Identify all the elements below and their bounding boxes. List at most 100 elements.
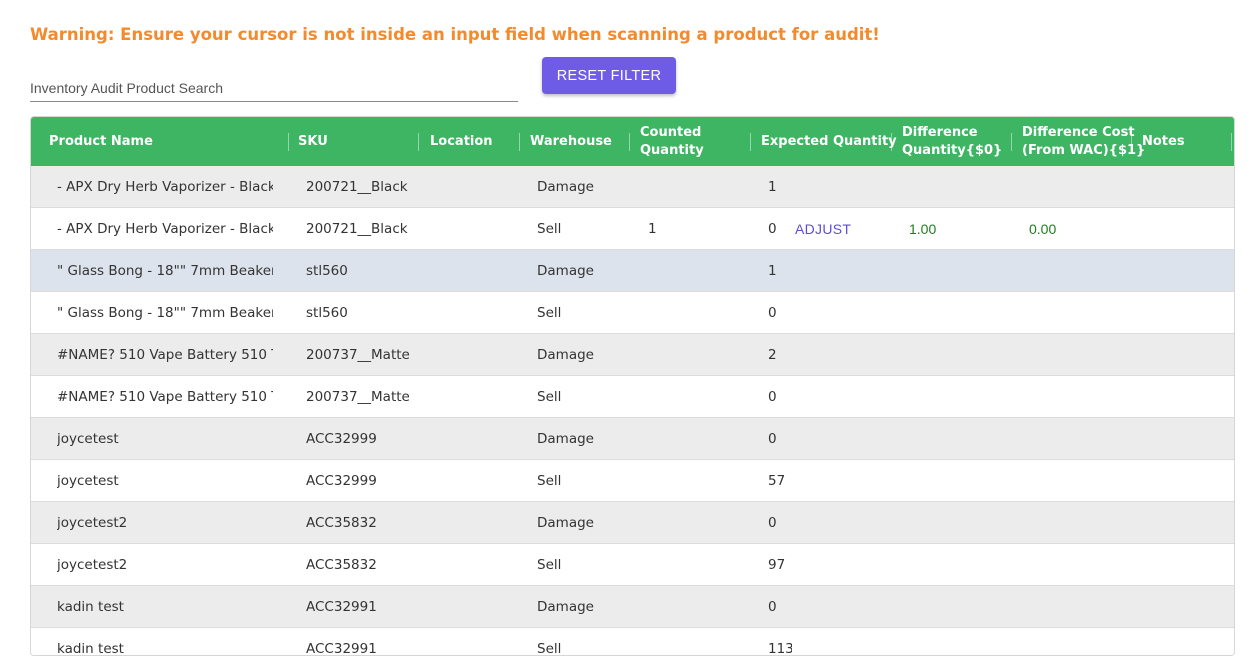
cell-action[interactable] bbox=[795, 166, 885, 207]
cell-notes[interactable] bbox=[1142, 250, 1232, 291]
cell-location bbox=[430, 460, 510, 501]
cell-action[interactable] bbox=[795, 628, 885, 655]
cell-counted[interactable] bbox=[648, 292, 738, 333]
cell-notes[interactable] bbox=[1142, 292, 1232, 333]
table-row[interactable]: joycetest2 ACC35832 Sell 97 bbox=[31, 544, 1234, 586]
cell-expected: 1 bbox=[768, 178, 777, 195]
cell-action[interactable] bbox=[795, 418, 885, 459]
table-row[interactable]: kadin test ACC32991 Sell 113 bbox=[31, 628, 1234, 656]
cell-sku: 200737__Matte bbox=[306, 346, 409, 363]
cell-action[interactable]: ADJUST bbox=[795, 208, 885, 249]
cell-notes[interactable] bbox=[1142, 418, 1232, 459]
cell-notes[interactable] bbox=[1142, 376, 1232, 417]
cell-warehouse: Damage bbox=[537, 178, 594, 195]
cell-notes[interactable] bbox=[1142, 502, 1232, 543]
table-row[interactable]: #NAME? 510 Vape Battery 510 Thread 20073… bbox=[31, 376, 1234, 418]
column-separator[interactable] bbox=[418, 133, 419, 151]
cell-notes[interactable] bbox=[1142, 334, 1232, 375]
cell-counted[interactable] bbox=[648, 586, 738, 627]
cell-diff-cost bbox=[1029, 376, 1119, 417]
cell-counted[interactable] bbox=[648, 250, 738, 291]
column-separator[interactable] bbox=[750, 133, 751, 151]
cell-action[interactable] bbox=[795, 460, 885, 501]
cell-product-name: joycetest bbox=[57, 430, 119, 447]
cell-counted[interactable] bbox=[648, 628, 738, 655]
cell-action[interactable] bbox=[795, 250, 885, 291]
cell-counted[interactable] bbox=[648, 502, 738, 543]
reset-filter-button[interactable]: RESET FILTER bbox=[542, 57, 676, 94]
cell-location bbox=[430, 334, 510, 375]
cell-location bbox=[430, 166, 510, 207]
product-search-input[interactable] bbox=[30, 75, 518, 101]
cell-counted[interactable] bbox=[648, 334, 738, 375]
cell-location bbox=[430, 376, 510, 417]
column-separator[interactable] bbox=[891, 133, 892, 151]
column-separator[interactable] bbox=[288, 133, 289, 151]
cell-notes[interactable] bbox=[1142, 628, 1232, 655]
adjust-link[interactable]: ADJUST bbox=[795, 221, 851, 237]
cell-location bbox=[430, 502, 510, 543]
cell-product-name: joycetest2 bbox=[57, 514, 128, 531]
cell-diff-qty bbox=[909, 376, 999, 417]
cell-location bbox=[430, 586, 510, 627]
cell-notes[interactable] bbox=[1142, 208, 1232, 249]
col-counted-quantity[interactable]: Counted Quantity bbox=[640, 117, 704, 166]
cell-diff-cost bbox=[1029, 460, 1119, 501]
cell-action[interactable] bbox=[795, 502, 885, 543]
col-difference-quantity[interactable]: Difference Quantity{$0} bbox=[902, 117, 1002, 166]
table-row[interactable]: " Glass Bong - 18"" 7mm Beaker Bong stl5… bbox=[31, 292, 1234, 334]
cell-warehouse: Sell bbox=[537, 388, 562, 405]
cell-counted[interactable] bbox=[648, 460, 738, 501]
col-notes[interactable]: Notes bbox=[1142, 117, 1185, 166]
cell-product-name: joycetest2 bbox=[57, 556, 128, 573]
table-row[interactable]: joycetest ACC32999 Sell 57 bbox=[31, 460, 1234, 502]
cell-expected: 0 bbox=[768, 598, 777, 615]
cell-location bbox=[430, 208, 510, 249]
col-product-name[interactable]: Product Name bbox=[49, 117, 153, 166]
cell-warehouse: Sell bbox=[537, 304, 562, 321]
cell-counted[interactable] bbox=[648, 418, 738, 459]
cell-counted[interactable]: 1 bbox=[648, 208, 738, 249]
table-row[interactable]: #NAME? 510 Vape Battery 510 Thread 20073… bbox=[31, 334, 1234, 376]
col-difference-cost[interactable]: Difference Cost (From WAC){$1} bbox=[1022, 117, 1145, 166]
cell-product-name: kadin test bbox=[57, 640, 124, 656]
cell-warehouse: Damage bbox=[537, 430, 594, 447]
cell-action[interactable] bbox=[795, 292, 885, 333]
cell-notes[interactable] bbox=[1142, 544, 1232, 585]
column-separator[interactable] bbox=[1131, 133, 1132, 151]
table-row[interactable]: kadin test ACC32991 Damage 0 bbox=[31, 586, 1234, 628]
table-row[interactable]: - APX Dry Herb Vaporizer - Black 200721_… bbox=[31, 208, 1234, 250]
cell-counted[interactable] bbox=[648, 376, 738, 417]
cell-action[interactable] bbox=[795, 376, 885, 417]
cell-sku: 200737__Matte bbox=[306, 388, 409, 405]
cell-diff-cost: 0.00 bbox=[1029, 220, 1057, 237]
cell-product-name: " Glass Bong - 18"" 7mm Beaker Bong bbox=[57, 262, 273, 279]
col-warehouse[interactable]: Warehouse bbox=[530, 117, 612, 166]
cell-action[interactable] bbox=[795, 544, 885, 585]
table-row[interactable]: joycetest2 ACC35832 Damage 0 bbox=[31, 502, 1234, 544]
table-row[interactable]: " Glass Bong - 18"" 7mm Beaker Bong stl5… bbox=[31, 250, 1234, 292]
column-separator[interactable] bbox=[1231, 133, 1232, 151]
column-separator[interactable] bbox=[519, 133, 520, 151]
cell-notes[interactable] bbox=[1142, 166, 1232, 207]
cell-counted[interactable] bbox=[648, 166, 738, 207]
cell-diff-cost bbox=[1029, 544, 1119, 585]
cell-notes[interactable] bbox=[1142, 460, 1232, 501]
cell-diff-qty bbox=[909, 460, 999, 501]
col-sku[interactable]: SKU bbox=[298, 117, 328, 166]
table-row[interactable]: joycetest ACC32999 Damage 0 bbox=[31, 418, 1234, 460]
cell-diff-cost bbox=[1029, 292, 1119, 333]
column-separator[interactable] bbox=[629, 133, 630, 151]
col-location[interactable]: Location bbox=[430, 117, 493, 166]
cell-diff-qty bbox=[909, 334, 999, 375]
column-separator[interactable] bbox=[1011, 133, 1012, 151]
product-search[interactable] bbox=[30, 75, 518, 102]
cell-counted[interactable] bbox=[648, 544, 738, 585]
cell-diff-cost bbox=[1029, 502, 1119, 543]
col-expected-quantity[interactable]: Expected Quantity bbox=[761, 117, 897, 166]
table-row[interactable]: - APX Dry Herb Vaporizer - Black 200721_… bbox=[31, 166, 1234, 208]
cell-action[interactable] bbox=[795, 334, 885, 375]
cell-notes[interactable] bbox=[1142, 586, 1232, 627]
cell-action[interactable] bbox=[795, 586, 885, 627]
cell-sku: ACC32991 bbox=[306, 640, 377, 656]
